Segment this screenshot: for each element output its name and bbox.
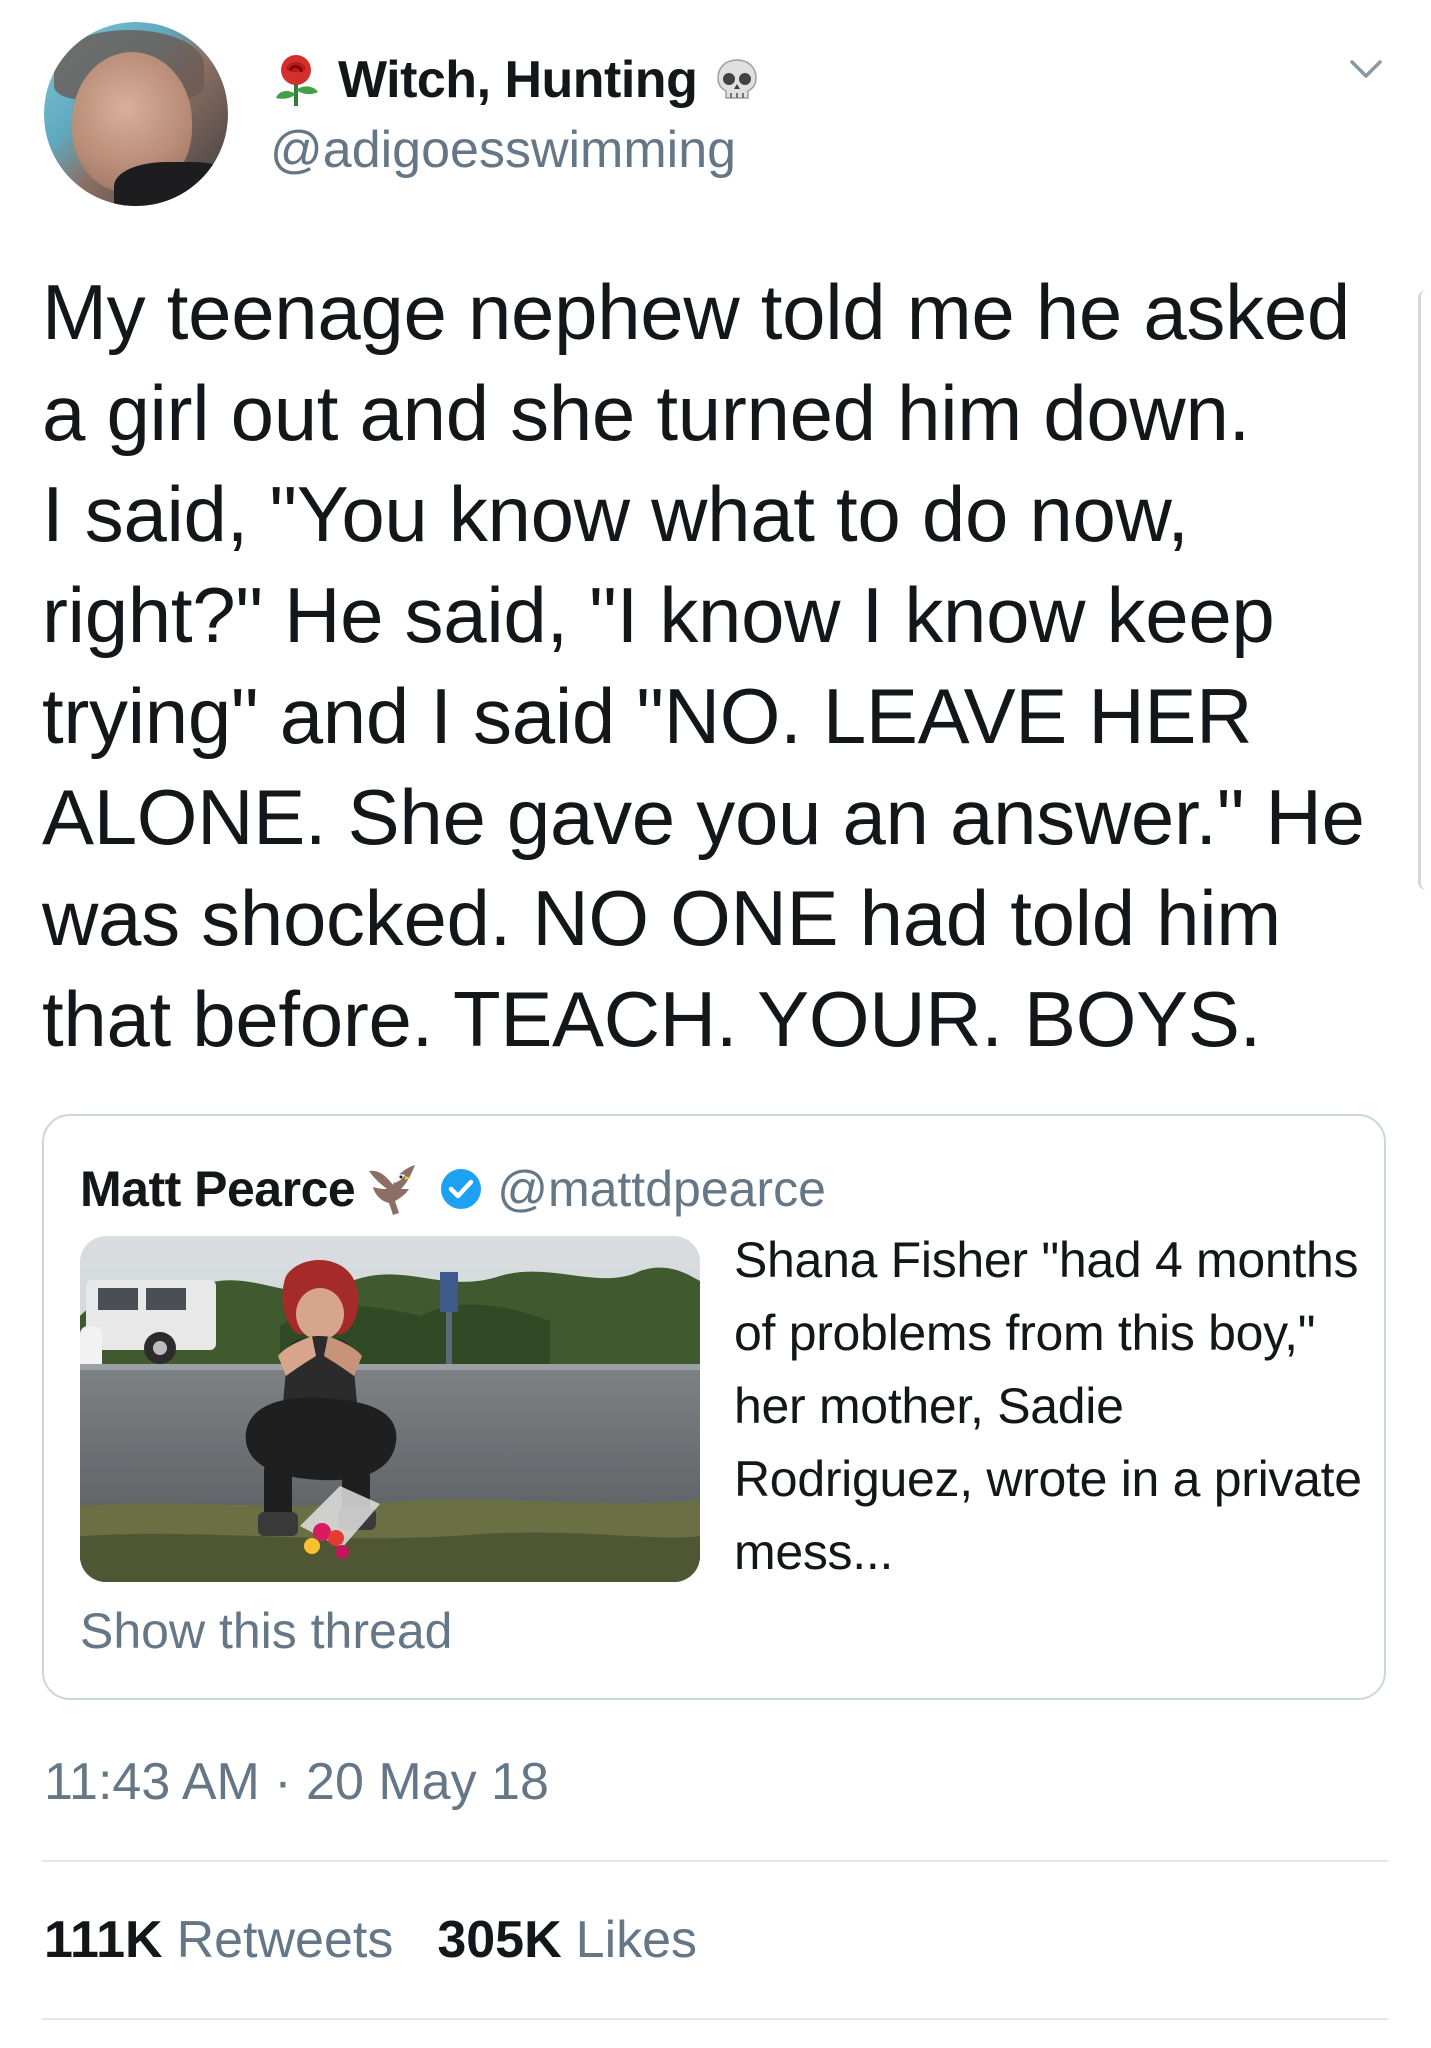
likes-count: 305K xyxy=(437,1911,562,1969)
quoted-tweet[interactable]: Matt Pearce @mattdpearce Shana Fisher "h… xyxy=(42,1114,1386,1700)
author-display-name[interactable]: Witch, Hunting xyxy=(338,50,698,110)
tweet-timestamp[interactable]: 11:43 AM · 20 May 18 xyxy=(44,1752,549,1812)
divider xyxy=(42,1860,1388,1862)
retweets-label: Retweets xyxy=(176,1911,394,1969)
roadside-memorial-photo xyxy=(80,1236,700,1582)
engagement-stats: 111K Retweets 305K Likes xyxy=(44,1910,697,1970)
eagle-icon xyxy=(369,1165,416,1215)
divider xyxy=(42,2018,1388,2020)
author-name-row[interactable]: Witch, Hunting xyxy=(268,50,761,110)
rose-icon xyxy=(276,55,318,106)
quoted-author-handle: @mattdpearce xyxy=(497,1161,826,1217)
skull-icon xyxy=(717,59,758,99)
retweets-count: 111K xyxy=(44,1911,163,1969)
show-thread-link[interactable]: Show this thread xyxy=(80,1602,452,1660)
author-handle[interactable]: @adigoesswimming xyxy=(270,120,736,180)
tweet-text: My teenage nephew told me he asked a gir… xyxy=(42,268,1365,1063)
chevron-down-icon[interactable] xyxy=(1346,54,1386,84)
scrollbar[interactable] xyxy=(1418,290,1431,890)
quoted-author-name: Matt Pearce xyxy=(80,1161,356,1217)
likes-stat[interactable]: 305K Likes xyxy=(437,1910,697,1970)
quoted-tweet-header: Matt Pearce @mattdpearce xyxy=(80,1156,826,1222)
quoted-tweet-text: Shana Fisher "had 4 months of problems f… xyxy=(734,1232,1362,1580)
retweets-stat[interactable]: 111K Retweets xyxy=(44,1910,393,1970)
quoted-tweet-photo[interactable] xyxy=(80,1236,700,1582)
avatar[interactable] xyxy=(44,22,228,206)
likes-label: Likes xyxy=(575,1911,698,1969)
tweet-detail: Witch, Hunting @adigoesswimming My teena… xyxy=(0,0,1431,2048)
verified-icon xyxy=(441,1169,482,1209)
